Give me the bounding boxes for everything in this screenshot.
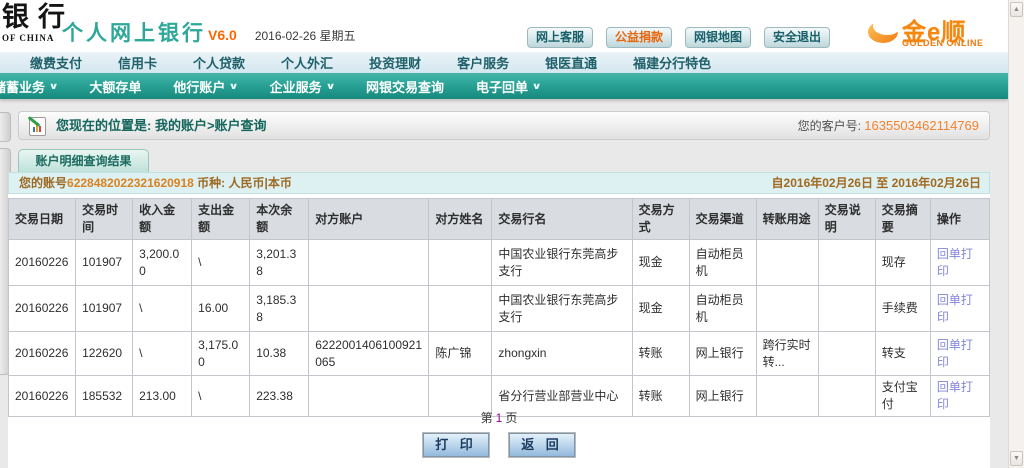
table-header-row: 交易日期 交易时间 收入金额 支出金额 本次余额 对方账户 对方姓名 交易行名 … — [9, 199, 990, 240]
col-balance: 本次余额 — [250, 199, 309, 240]
nav-e-receipt[interactable]: 电子回单 ∨ — [476, 77, 540, 96]
bank-map-button[interactable]: 网银地图 — [685, 27, 751, 48]
breadcrumb-bar: 您现在的位置是: 我的账户>账户查询 您的客户号: 16355034621147… — [18, 111, 990, 140]
col-counterparty-account: 对方账户 — [309, 199, 429, 240]
tab-account-detail-result[interactable]: 账户明细查询结果 — [18, 149, 149, 172]
currency-label: 币种: 人民币|本币 — [194, 176, 292, 190]
client-number-label: 您的客户号: — [798, 119, 861, 133]
table-row: 20160226 101907 \ 16.00 3,185.38 中国农业银行东… — [9, 286, 990, 332]
primary-nav: 缴费支付 信用卡 个人贷款 个人外汇 投资理财 客户服务 银医直通 福建分行特色 — [0, 52, 1008, 73]
version-badge: V6.0 — [208, 27, 237, 43]
page-title: 个人网上银行 — [62, 17, 206, 47]
product-title-group: 个人网上银行 V6.0 2016-02-26 星期五 — [62, 17, 356, 47]
nav-corporate-service[interactable]: 企业服务 ∨ — [270, 77, 334, 96]
page-number: 1 — [493, 411, 506, 425]
nav-large-deposit[interactable]: 大额存单 — [89, 77, 141, 96]
col-transfer-purpose: 转账用途 — [756, 199, 818, 240]
chevron-down-icon: ∨ — [229, 81, 239, 92]
receipt-print-link[interactable]: 回单打印 — [937, 338, 973, 369]
col-income: 收入金额 — [133, 199, 192, 240]
chevron-down-icon: ∨ — [532, 81, 542, 92]
nav-customer-service[interactable]: 客户服务 — [457, 53, 509, 72]
print-button[interactable]: 打 印 — [423, 433, 489, 457]
client-number-group: 您的客户号: 1635503462114769 — [798, 112, 979, 140]
col-bank-name: 交易行名 — [492, 199, 632, 240]
table-row: 20160226 122620 \ 3,175.00 10.38 6222001… — [9, 332, 990, 376]
back-button[interactable]: 返 回 — [509, 433, 575, 457]
receipt-print-link[interactable]: 回单打印 — [937, 380, 973, 411]
col-counterparty-name: 对方姓名 — [429, 199, 492, 240]
col-trade-time: 交易时间 — [76, 199, 133, 240]
golden-online-logo-icon — [868, 21, 898, 43]
nav-fujian-branch[interactable]: 福建分行特色 — [633, 53, 711, 72]
account-number: 6228482022321620918 — [67, 176, 194, 190]
current-date: 2016-02-26 星期五 — [255, 27, 356, 44]
online-banking-page: 银行 OF CHINA 个人网上银行 V6.0 2016-02-26 星期五 网… — [0, 0, 1024, 468]
nav-transaction-query[interactable]: 网银交易查询 — [366, 77, 444, 96]
col-expense: 支出金额 — [192, 199, 250, 240]
table-row: 20160226 101907 3,200.00 \ 3,201.38 中国农业… — [9, 240, 990, 286]
nav-savings[interactable]: 储蓄业务 ∨ — [0, 77, 57, 96]
online-service-button[interactable]: 网上客服 — [527, 27, 593, 48]
date-range: 自2016年02月26日 至 2016年02月26日 — [772, 173, 981, 193]
scroll-down-icon[interactable]: ▼ — [1010, 451, 1023, 466]
location-document-icon — [29, 117, 46, 136]
chevron-down-icon: ∨ — [49, 81, 59, 92]
header-quick-buttons: 网上客服 公益捐款 网银地图 安全退出 — [527, 27, 830, 48]
account-label: 您的账号 — [19, 176, 67, 190]
nav-credit-card[interactable]: 信用卡 — [118, 53, 157, 72]
charity-donation-button[interactable]: 公益捐款 — [606, 27, 672, 48]
pagination: 第1页 — [8, 409, 990, 426]
col-trade-date: 交易日期 — [9, 199, 76, 240]
nav-bank-medical[interactable]: 银医直通 — [545, 53, 597, 72]
col-trade-note: 交易说明 — [818, 199, 875, 240]
account-info-bar: 您的账号6228482022321620918 币种: 人民币|本币 自2016… — [8, 172, 990, 194]
nav-personal-loan[interactable]: 个人贷款 — [193, 53, 245, 72]
nav-other-bank-account[interactable]: 他行账户 ∨ — [173, 77, 237, 96]
transaction-table: 交易日期 交易时间 收入金额 支出金额 本次余额 对方账户 对方姓名 交易行名 … — [8, 198, 990, 417]
footer-actions: 打 印 返 回 — [8, 433, 990, 457]
col-channel: 交易渠道 — [689, 199, 756, 240]
vertical-scrollbar[interactable]: ▲ ▼ — [1008, 0, 1024, 468]
scroll-up-icon[interactable]: ▲ — [1010, 2, 1023, 17]
sidebar-collapsed-strip[interactable] — [0, 112, 11, 142]
col-trade-method: 交易方式 — [632, 199, 689, 240]
nav-foreign-exchange[interactable]: 个人外汇 — [281, 53, 333, 72]
account-summary: 您的账号6228482022321620918 币种: 人民币|本币 — [19, 173, 292, 193]
breadcrumb: 您现在的位置是: 我的账户>账户查询 — [56, 112, 267, 140]
col-trade-summary: 交易摘要 — [875, 199, 930, 240]
col-operation: 操作 — [930, 199, 989, 240]
secure-logout-button[interactable]: 安全退出 — [764, 27, 830, 48]
brand-name-en: GOLDEN ONLINE — [902, 38, 984, 48]
receipt-print-link[interactable]: 回单打印 — [937, 293, 973, 324]
receipt-print-link[interactable]: 回单打印 — [937, 247, 973, 278]
chevron-down-icon: ∨ — [325, 81, 335, 92]
nav-investment[interactable]: 投资理财 — [369, 53, 421, 72]
client-number-value: 1635503462114769 — [864, 118, 979, 133]
secondary-nav: 储蓄业务 ∨ 大额存单 他行账户 ∨ 企业服务 ∨ 网银交易查询 电子回单 ∨ — [0, 73, 1008, 99]
nav-payment[interactable]: 缴费支付 — [30, 53, 82, 72]
header: 银行 OF CHINA 个人网上银行 V6.0 2016-02-26 星期五 网… — [0, 0, 1008, 52]
